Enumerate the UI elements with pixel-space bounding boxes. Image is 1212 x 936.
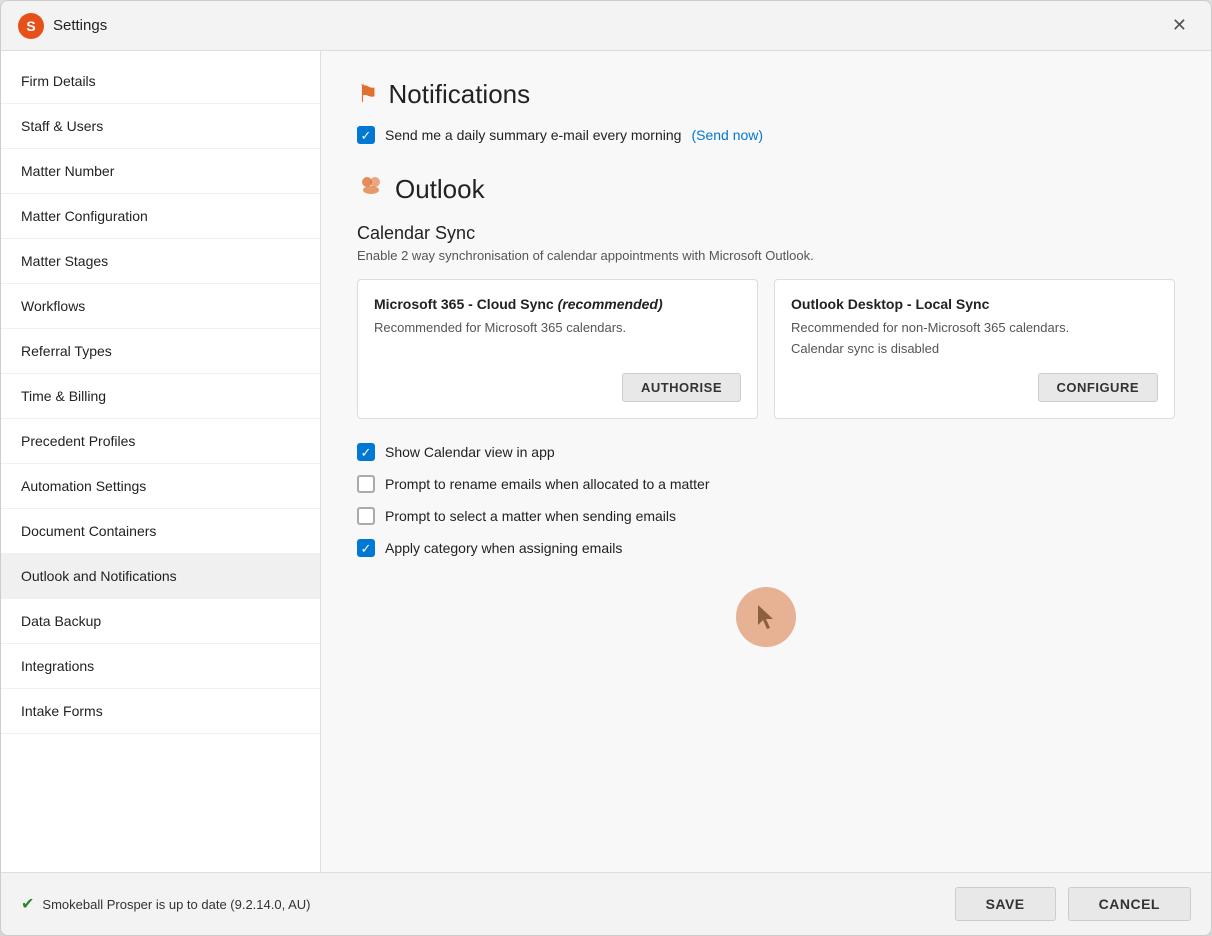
notifications-header: ⚑ Notifications [357, 79, 1175, 110]
footer-buttons: SAVE CANCEL [955, 887, 1191, 921]
sidebar-item-automation-settings[interactable]: Automation Settings [1, 464, 320, 509]
outlook-icon [357, 172, 385, 207]
title-bar: S Settings ✕ [1, 1, 1211, 51]
svg-text:S: S [26, 18, 35, 34]
outlook-desktop-card-status: Calendar sync is disabled [791, 341, 1158, 356]
show-calendar-check: ✓ [361, 446, 372, 459]
close-button[interactable]: ✕ [1164, 11, 1195, 40]
sidebar-item-firm-details[interactable]: Firm Details [1, 59, 320, 104]
prompt-rename-row: Prompt to rename emails when allocated t… [357, 475, 1175, 493]
sidebar-item-matter-stages[interactable]: Matter Stages [1, 239, 320, 284]
sidebar-item-referral-types[interactable]: Referral Types [1, 329, 320, 374]
show-calendar-checkbox[interactable]: ✓ [357, 443, 375, 461]
sidebar-item-intake-forms[interactable]: Intake Forms [1, 689, 320, 734]
show-calendar-row: ✓ Show Calendar view in app [357, 443, 1175, 461]
send-now-link[interactable]: (Send now) [691, 127, 763, 143]
ms365-card-title: Microsoft 365 - Cloud Sync (recommended) [374, 296, 741, 312]
sidebar-item-matter-number[interactable]: Matter Number [1, 149, 320, 194]
show-calendar-label: Show Calendar view in app [385, 444, 555, 460]
sidebar: Firm DetailsStaff & UsersMatter NumberMa… [1, 51, 321, 872]
cancel-button[interactable]: CANCEL [1068, 887, 1191, 921]
prompt-select-row: Prompt to select a matter when sending e… [357, 507, 1175, 525]
prompt-rename-label: Prompt to rename emails when allocated t… [385, 476, 710, 492]
authorise-button[interactable]: AUTHORISE [622, 373, 741, 402]
sync-cards: Microsoft 365 - Cloud Sync (recommended)… [357, 279, 1175, 419]
calendar-sync-desc: Enable 2 way synchronisation of calendar… [357, 248, 1175, 263]
settings-window: S Settings ✕ Firm DetailsStaff & UsersMa… [0, 0, 1212, 936]
main-content: Firm DetailsStaff & UsersMatter NumberMa… [1, 51, 1211, 872]
ms365-card: Microsoft 365 - Cloud Sync (recommended)… [357, 279, 758, 419]
status-text: Smokeball Prosper is up to date (9.2.14.… [42, 897, 310, 912]
outlook-desktop-card-title: Outlook Desktop - Local Sync [791, 296, 1158, 312]
sidebar-item-staff-users[interactable]: Staff & Users [1, 104, 320, 149]
window-title: Settings [53, 17, 107, 34]
configure-button[interactable]: CONFIGURE [1038, 373, 1159, 402]
apply-category-label: Apply category when assigning emails [385, 540, 622, 556]
prompt-rename-checkbox[interactable] [357, 475, 375, 493]
status-check-icon: ✔ [21, 894, 34, 914]
loading-spinner [736, 587, 796, 647]
daily-summary-label: Send me a daily summary e-mail every mor… [385, 127, 681, 143]
sidebar-item-time-billing[interactable]: Time & Billing [1, 374, 320, 419]
spinner-overlay [357, 587, 1175, 647]
content-area: ⚑ Notifications ✓ Send me a daily summar… [321, 51, 1211, 872]
prompt-select-label: Prompt to select a matter when sending e… [385, 508, 676, 524]
sidebar-item-workflows[interactable]: Workflows [1, 284, 320, 329]
outlook-section: Outlook Calendar Sync Enable 2 way synch… [357, 172, 1175, 647]
footer-status: ✔ Smokeball Prosper is up to date (9.2.1… [21, 894, 311, 914]
sidebar-item-document-containers[interactable]: Document Containers [1, 509, 320, 554]
apply-category-row: ✓ Apply category when assigning emails [357, 539, 1175, 557]
daily-summary-check: ✓ [361, 129, 372, 142]
sidebar-item-data-backup[interactable]: Data Backup [1, 599, 320, 644]
outlook-desktop-card: Outlook Desktop - Local Sync Recommended… [774, 279, 1175, 419]
notifications-icon: ⚑ [357, 80, 379, 109]
outlook-title: Outlook [395, 174, 485, 205]
prompt-select-checkbox[interactable] [357, 507, 375, 525]
footer: ✔ Smokeball Prosper is up to date (9.2.1… [1, 872, 1211, 935]
apply-category-check: ✓ [361, 542, 372, 555]
daily-summary-checkbox[interactable]: ✓ [357, 126, 375, 144]
sidebar-item-outlook-notifications[interactable]: Outlook and Notifications [1, 554, 320, 599]
sidebar-item-integrations[interactable]: Integrations [1, 644, 320, 689]
notifications-title: Notifications [389, 79, 531, 110]
daily-summary-row: ✓ Send me a daily summary e-mail every m… [357, 126, 1175, 144]
sidebar-item-precedent-profiles[interactable]: Precedent Profiles [1, 419, 320, 464]
title-bar-left: S Settings [17, 12, 107, 40]
save-button[interactable]: SAVE [955, 887, 1056, 921]
outlook-header: Outlook [357, 172, 1175, 207]
cursor-icon [754, 603, 778, 631]
app-logo-icon: S [17, 12, 45, 40]
sidebar-item-matter-configuration[interactable]: Matter Configuration [1, 194, 320, 239]
outlook-desktop-card-desc: Recommended for non-Microsoft 365 calend… [791, 320, 1158, 335]
calendar-sync-title: Calendar Sync [357, 223, 1175, 244]
ms365-card-desc: Recommended for Microsoft 365 calendars. [374, 320, 741, 335]
apply-category-checkbox[interactable]: ✓ [357, 539, 375, 557]
